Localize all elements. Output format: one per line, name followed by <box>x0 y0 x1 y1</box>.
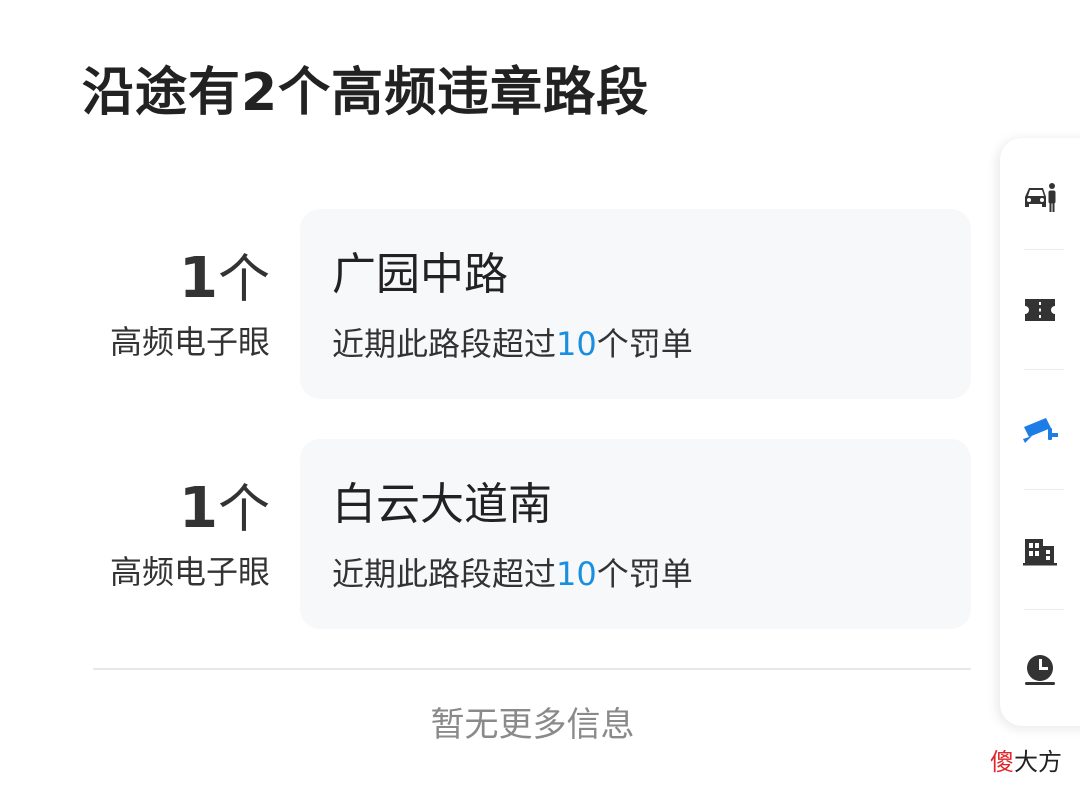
road-segment-card[interactable]: 广园中路 近期此路段超过10个罚单 <box>300 209 971 399</box>
desc-prefix: 近期此路段超过 <box>332 325 557 363</box>
desc-prefix: 近期此路段超过 <box>332 555 557 593</box>
ticket-count-highlight: 10 <box>556 325 597 363</box>
desc-suffix: 个罚单 <box>596 555 693 593</box>
camera-count-label: 高频电子眼 <box>109 553 270 591</box>
side-tool-panel <box>1000 138 1080 726</box>
road-name: 白云大道南 <box>332 479 552 530</box>
list-divider <box>93 668 971 670</box>
watermark-black-part: 大方 <box>1014 748 1062 776</box>
camera-count: 1个 <box>110 477 270 542</box>
road-ticket-description: 近期此路段超过10个罚单 <box>332 551 693 597</box>
side-item-building[interactable] <box>1000 490 1080 610</box>
road-ticket-description: 近期此路段超过10个罚单 <box>332 321 693 367</box>
road-name: 广园中路 <box>332 249 508 300</box>
car-person-icon <box>1022 181 1058 215</box>
watermark: 傻大方 <box>990 744 1062 780</box>
camera-count-unit: 个 <box>217 480 270 540</box>
side-item-car-person[interactable] <box>1000 138 1080 258</box>
camera-count-number: 1 <box>179 476 218 541</box>
segment-row: 1个 高频电子眼 广园中路 近期此路段超过10个罚单 <box>0 209 1000 399</box>
camera-count-label: 高频电子眼 <box>109 323 270 361</box>
segment-row: 1个 高频电子眼 白云大道南 近期此路段超过10个罚单 <box>0 439 1000 629</box>
watermark-red-part: 傻 <box>990 748 1014 776</box>
camera-count: 1个 <box>110 247 270 312</box>
camera-count-unit: 个 <box>217 250 270 310</box>
side-item-camera[interactable] <box>1000 370 1080 490</box>
camera-icon <box>1020 415 1060 445</box>
camera-count-block: 1个 高频电子眼 <box>110 247 270 364</box>
clock-icon <box>1022 653 1058 687</box>
road-segment-card[interactable]: 白云大道南 近期此路段超过10个罚单 <box>300 439 971 629</box>
side-item-ticket[interactable] <box>1000 250 1080 370</box>
ticket-icon <box>1023 297 1057 323</box>
camera-count-block: 1个 高频电子眼 <box>110 477 270 594</box>
ticket-count-highlight: 10 <box>556 555 597 593</box>
side-item-clock[interactable] <box>1000 610 1080 730</box>
camera-count-number: 1 <box>179 246 218 311</box>
desc-suffix: 个罚单 <box>596 325 693 363</box>
building-icon <box>1022 533 1058 567</box>
no-more-info-text: 暂无更多信息 <box>430 705 635 745</box>
page-title: 沿途有2个高频违章路段 <box>82 63 650 123</box>
